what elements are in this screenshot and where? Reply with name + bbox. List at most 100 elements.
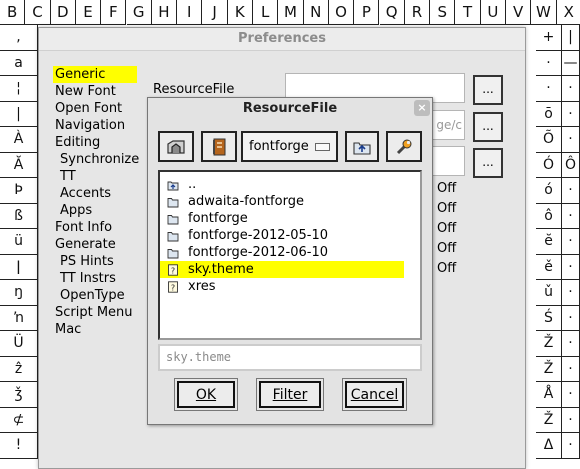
- glyph-cell[interactable]: ·: [562, 127, 580, 153]
- glyph-cell[interactable]: ·: [536, 50, 562, 76]
- file-list-item[interactable]: fontforge-2012-05-10: [160, 227, 404, 244]
- glyph-cell[interactable]: ǔ: [536, 280, 562, 306]
- column-header: C: [25, 0, 51, 25]
- file-list-item[interactable]: fontforge-2012-06-10: [160, 244, 404, 261]
- glyph-cell[interactable]: ŋ: [0, 280, 38, 306]
- close-icon[interactable]: ×: [414, 100, 430, 116]
- glyph-cell[interactable]: Ó: [536, 152, 562, 178]
- glyph-cell[interactable]: ·: [562, 101, 580, 127]
- ok-button[interactable]: OK: [174, 378, 238, 411]
- directory-dropdown-value: fontforge: [249, 139, 309, 154]
- filter-button[interactable]: Filter: [256, 378, 324, 411]
- option-value[interactable]: Off: [437, 261, 456, 276]
- svg-text:?: ?: [171, 283, 175, 292]
- glyph-cell[interactable]: ō: [536, 101, 562, 127]
- glyph-cell[interactable]: |: [0, 101, 38, 127]
- option-value[interactable]: Off: [437, 181, 456, 196]
- filename-field[interactable]: sky.theme: [158, 344, 422, 371]
- glyph-cell[interactable]: ·: [562, 305, 580, 331]
- column-header: L: [253, 0, 279, 25]
- glyph-cell[interactable]: ·: [562, 280, 580, 306]
- home-icon: [167, 139, 185, 154]
- glyph-cell[interactable]: Å: [536, 382, 562, 408]
- glyph-cell[interactable]: À: [0, 127, 38, 153]
- folder-icon: [167, 196, 188, 208]
- glyph-cell[interactable]: ě: [536, 254, 562, 280]
- glyph-cell[interactable]: ·: [562, 178, 580, 204]
- dialog-title-text: ResourceFile: [242, 101, 338, 116]
- glyph-cell[interactable]: ß: [0, 203, 38, 229]
- cancel-button[interactable]: Cancel: [342, 378, 407, 411]
- glyph-cell[interactable]: ·: [562, 356, 580, 382]
- dialog-title: ResourceFile ×: [148, 98, 432, 119]
- resourcefile-browse-button[interactable]: ...: [473, 75, 503, 105]
- column-header: U: [480, 0, 506, 25]
- file-list-item[interactable]: fontforge: [160, 210, 404, 227]
- column-header: S: [430, 0, 456, 25]
- glyph-cell[interactable]: +: [536, 25, 562, 51]
- glyph-cell[interactable]: Ž: [536, 331, 562, 357]
- file-name: fontforge: [188, 211, 248, 226]
- column-header: N: [303, 0, 329, 25]
- resourcefile-label: ResourceFile: [153, 82, 235, 97]
- column-header: T: [455, 0, 481, 25]
- file-list-item[interactable]: adwaita-fontforge: [160, 193, 404, 210]
- glyph-cell[interactable]: Ž: [536, 356, 562, 382]
- glyph-cell[interactable]: Õ: [536, 127, 562, 153]
- glyph-cell[interactable]: Ž: [536, 407, 562, 433]
- glyph-cell[interactable]: ·: [562, 433, 580, 459]
- glyph-cell[interactable]: ·: [562, 203, 580, 229]
- glyph-cell[interactable]: Ă: [0, 152, 38, 178]
- option-value[interactable]: Off: [437, 221, 456, 236]
- folder-up-icon: [353, 141, 371, 155]
- glyph-cell[interactable]: ŉ: [0, 305, 38, 331]
- filter-button-label: Filter: [272, 386, 308, 403]
- glyph-cell[interactable]: Ü: [0, 331, 38, 357]
- tools-button[interactable]: [386, 131, 422, 162]
- glyph-cell[interactable]: a: [0, 50, 38, 76]
- column-header: H: [151, 0, 178, 25]
- file-list-item[interactable]: ? sky.theme: [160, 261, 404, 278]
- bookmarks-button[interactable]: [201, 131, 237, 162]
- svg-text:?: ?: [171, 266, 175, 275]
- glyph-cell[interactable]: Δ: [536, 433, 562, 459]
- sidebar-item-generic[interactable]: Generic: [53, 66, 137, 83]
- glyph-cell[interactable]: ô: [536, 203, 562, 229]
- home-button[interactable]: [158, 131, 194, 162]
- glyph-cell[interactable]: Þ: [0, 178, 38, 204]
- glyph-cell[interactable]: ·: [536, 76, 562, 102]
- folder-icon: [167, 247, 188, 259]
- glyph-cell[interactable]: ǃ: [0, 433, 38, 459]
- glyph-cell[interactable]: ⊄: [0, 407, 38, 433]
- glyph-cell[interactable]: ,: [0, 25, 38, 51]
- glyph-cell[interactable]: ¦: [0, 76, 38, 102]
- glyph-cell[interactable]: ó: [536, 178, 562, 204]
- parent-directory-button[interactable]: [345, 131, 379, 162]
- glyph-cell[interactable]: Ô: [562, 152, 580, 178]
- file-name: sky.theme: [188, 262, 254, 277]
- path-browse-button[interactable]: ...: [473, 112, 503, 142]
- glyph-cell[interactable]: ẑ: [0, 356, 38, 382]
- option-value[interactable]: Off: [437, 241, 456, 256]
- folder-icon: [167, 213, 188, 225]
- glyph-cell[interactable]: ·: [562, 229, 580, 255]
- file-list[interactable]: .. adwaita-fontforge fontforge fontforge-20…: [158, 170, 422, 340]
- glyph-cell[interactable]: ·: [562, 331, 580, 357]
- glyph-cell[interactable]: ·: [562, 407, 580, 433]
- file-list-item[interactable]: ? xres: [160, 278, 404, 295]
- glyph-cell[interactable]: Ś: [536, 305, 562, 331]
- glyph-cell[interactable]: ·: [562, 76, 580, 102]
- unknown-file-icon: ?: [167, 263, 188, 276]
- directory-dropdown[interactable]: fontforge: [241, 131, 338, 162]
- glyph-cell[interactable]: ǯ: [0, 382, 38, 408]
- glyph-cell[interactable]: ǀ: [0, 254, 38, 280]
- glyph-cell[interactable]: ĕ: [536, 229, 562, 255]
- file-list-item[interactable]: ..: [160, 176, 404, 193]
- glyph-cell[interactable]: ·: [562, 382, 580, 408]
- glyph-cell[interactable]: |: [562, 25, 580, 51]
- glyph-cell[interactable]: ·: [562, 254, 580, 280]
- glyph-cell[interactable]: ü: [0, 229, 38, 255]
- third-browse-button[interactable]: ...: [473, 148, 503, 178]
- glyph-cell[interactable]: —: [562, 50, 580, 76]
- option-value[interactable]: Off: [437, 201, 456, 216]
